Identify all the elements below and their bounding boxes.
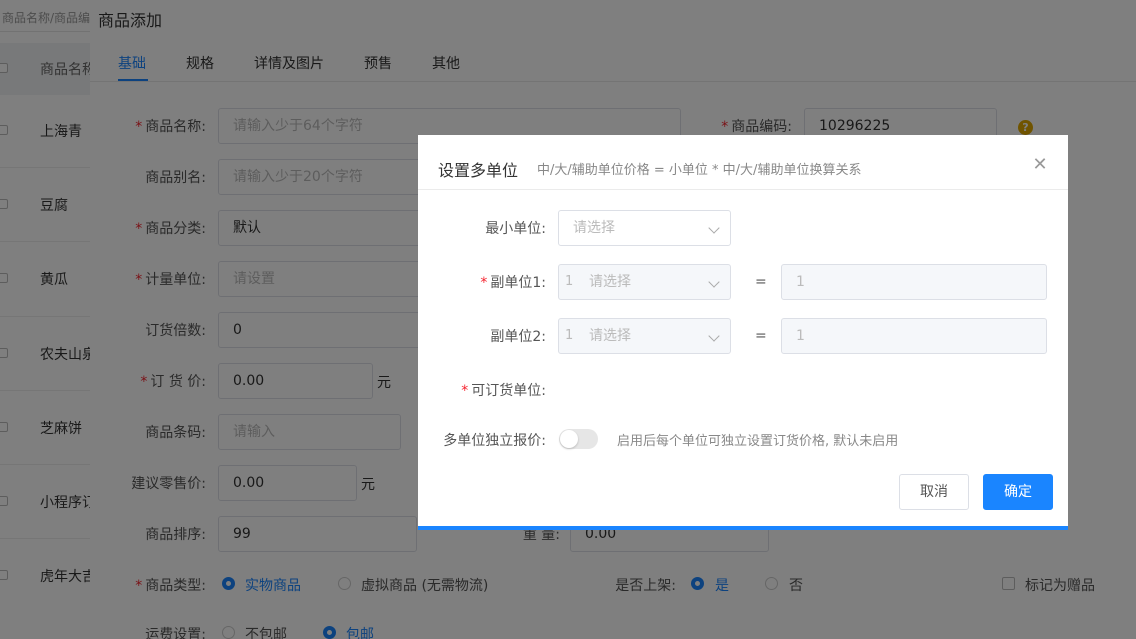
sub-unit1-select[interactable]: 1 请选择 — [558, 264, 731, 300]
sub-unit1-label: * 副单位1: — [480, 275, 546, 291]
cancel-button[interactable]: 取消 — [899, 474, 969, 510]
chevron-down-icon — [708, 330, 720, 342]
sub-unit2-placeholder: 请选择 — [589, 328, 631, 344]
sub-unit2-ratio-input[interactable]: 1 — [781, 318, 1047, 354]
min-unit-label: 最小单位: — [485, 221, 546, 237]
equals-sign: = — [755, 274, 767, 290]
equals-sign: = — [755, 328, 767, 344]
min-unit-placeholder: 请选择 — [573, 220, 615, 236]
confirm-button[interactable]: 确定 — [983, 474, 1053, 510]
sub-unit1-prefix: 1 — [565, 274, 574, 289]
orderable-unit-label: * 可订货单位: — [461, 383, 546, 399]
sub-unit2-label: 副单位2: — [490, 329, 546, 345]
multi-unit-dialog: 设置多单位 中/大/辅助单位价格 = 小单位 * 中/大/辅助单位换算关系 ✕ … — [418, 135, 1068, 530]
chevron-down-icon — [708, 222, 720, 234]
sub-unit1-ratio-input[interactable]: 1 — [781, 264, 1047, 300]
sub-unit2-prefix: 1 — [565, 328, 574, 343]
sub-unit2-select[interactable]: 1 请选择 — [558, 318, 731, 354]
min-unit-select[interactable]: 请选择 — [558, 210, 731, 246]
chevron-down-icon — [708, 276, 720, 288]
sub-unit1-placeholder: 请选择 — [589, 274, 631, 290]
close-icon[interactable]: ✕ — [1030, 155, 1050, 175]
independent-price-toggle[interactable] — [559, 429, 598, 449]
independent-price-label: 多单位独立报价: — [443, 433, 546, 449]
dialog-title: 设置多单位 — [438, 161, 519, 180]
dialog-subtitle: 中/大/辅助单位价格 = 小单位 * 中/大/辅助单位换算关系 — [537, 163, 862, 178]
independent-price-hint: 启用后每个单位可独立设置订货价格, 默认未启用 — [617, 434, 899, 449]
